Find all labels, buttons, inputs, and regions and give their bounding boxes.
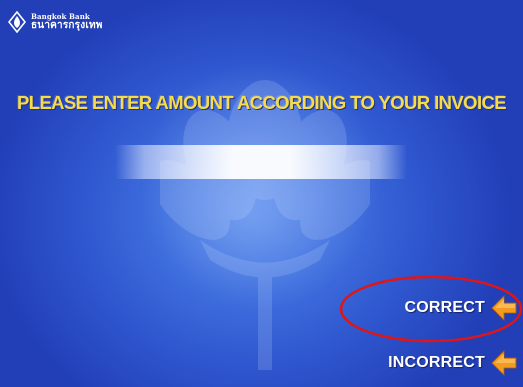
correct-label: CORRECT <box>404 299 485 316</box>
arrow-left-icon <box>491 295 517 321</box>
bank-name: Bangkok Bank ธนาคารกรุงเทพ <box>31 13 103 31</box>
bangkok-bank-logo-icon <box>8 11 26 33</box>
bank-name-th: ธนาคารกรุงเทพ <box>31 20 103 31</box>
arrow-left-icon <box>491 350 517 376</box>
atm-screen: Bangkok Bank ธนาคารกรุงเทพ PLEASE ENTER … <box>0 0 523 387</box>
bank-name-en: Bangkok Bank <box>31 12 90 21</box>
incorrect-button[interactable]: INCORRECT <box>388 350 517 376</box>
amount-input[interactable] <box>115 145 407 179</box>
lotus-watermark-icon <box>160 80 370 370</box>
incorrect-label: INCORRECT <box>388 354 485 371</box>
enter-amount-prompt: PLEASE ENTER AMOUNT ACCORDING TO YOUR IN… <box>17 92 507 113</box>
correct-button[interactable]: CORRECT <box>404 295 517 321</box>
bank-logo: Bangkok Bank ธนาคารกรุงเทพ <box>8 10 103 34</box>
